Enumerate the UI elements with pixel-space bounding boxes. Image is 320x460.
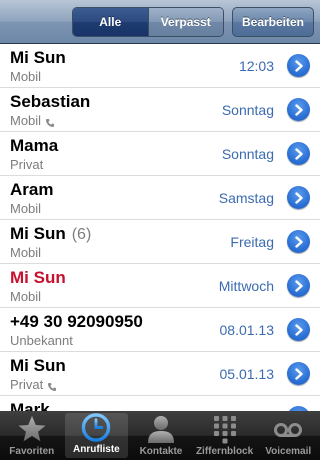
call-time: Sonntag: [221, 102, 274, 118]
star-icon: [18, 416, 46, 442]
number-type: Unbekannt: [10, 333, 73, 348]
caller-name: Sebastian: [10, 92, 90, 112]
number-type-label: Mobil: [10, 289, 42, 304]
call-row[interactable]: +49 30 92090950 Unbekannt 08.01.13: [0, 308, 320, 352]
caller-name-text: Aram: [10, 180, 54, 199]
contact-icon: [147, 416, 174, 443]
call-time: Sonntag: [221, 146, 274, 162]
number-type: Mobil: [10, 201, 41, 216]
caller-name: Mi Sun (6): [10, 224, 91, 244]
call-time: 12:03: [238, 58, 274, 74]
caller-name-text: Sebastian: [10, 92, 91, 111]
tab-recents[interactable]: Anrufliste: [64, 413, 129, 458]
detail-disclosure-icon[interactable]: [287, 362, 310, 385]
tab-contacts[interactable]: Kontakte: [129, 411, 193, 460]
call-time: 08.01.13: [219, 322, 275, 338]
detail-disclosure-icon[interactable]: [287, 318, 310, 341]
tab-voicemail[interactable]: Voicemail: [256, 411, 320, 460]
edit-button[interactable]: Bearbeiten: [232, 7, 314, 37]
outgoing-call-icon: [47, 380, 57, 391]
call-time: Mittwoch: [218, 278, 274, 294]
call-row[interactable]: Mark: [0, 396, 320, 411]
detail-disclosure-icon[interactable]: [287, 230, 310, 253]
call-row[interactable]: Aram Mobil Samstag: [0, 176, 320, 220]
caller-name-text: Mi Sun: [10, 224, 66, 243]
call-row[interactable]: Mi Sun (6) Mobil Freitag: [0, 220, 320, 264]
tab-label: Kontakte: [139, 446, 183, 457]
caller-name-text: Mi Sun: [10, 356, 66, 375]
tab-keypad[interactable]: Ziffernblock: [193, 411, 257, 460]
call-filter-segmented-control: Alle Verpasst: [72, 7, 224, 37]
number-type-label: Mobil: [10, 69, 42, 84]
detail-disclosure-icon[interactable]: [287, 54, 310, 77]
outgoing-call-icon: [45, 116, 55, 127]
number-type-label: Mobil: [10, 245, 42, 260]
number-type-label: Mobil: [10, 113, 42, 128]
caller-name: Mi Sun: [10, 48, 66, 68]
caller-name-text: +49 30 92090950: [10, 312, 143, 331]
number-type-label: Unbekannt: [10, 333, 73, 348]
clock-icon: [82, 413, 111, 442]
caller-name-text: Mi Sun: [10, 48, 66, 67]
tab-favorites[interactable]: Favoriten: [0, 411, 64, 460]
number-type: Mobil: [10, 245, 41, 260]
call-row[interactable]: Mi Sun Mobil Mittwoch: [0, 264, 320, 308]
segment-missed[interactable]: Verpasst: [147, 8, 223, 36]
call-time: 05.01.13: [219, 366, 275, 382]
number-type: Privat: [10, 157, 43, 172]
tab-label: Favoriten: [9, 446, 55, 457]
caller-name-text: Mi Sun: [10, 268, 66, 287]
detail-disclosure-icon[interactable]: [287, 98, 310, 121]
call-row[interactable]: Mi Sun Privat 05.01.13: [0, 352, 320, 396]
number-type: Privat: [10, 377, 57, 392]
caller-name: Mark: [10, 400, 50, 411]
number-type-label: Mobil: [10, 201, 42, 216]
tab-bar: Favoriten Anrufliste Kontakte Ziffernblo…: [0, 411, 320, 460]
number-type: Mobil: [10, 69, 41, 84]
caller-name: +49 30 92090950: [10, 312, 143, 332]
number-type: Mobil: [10, 289, 41, 304]
number-type-label: Privat: [10, 377, 44, 392]
navigation-bar: Alle Verpasst Bearbeiten: [0, 0, 320, 44]
caller-name: Mi Sun: [10, 356, 66, 376]
detail-disclosure-icon[interactable]: [287, 142, 310, 165]
voicemail-icon: [274, 423, 303, 437]
number-type: Mobil: [10, 113, 55, 128]
call-time: Freitag: [230, 234, 274, 250]
call-row[interactable]: Sebastian Mobil Sonntag: [0, 88, 320, 132]
tab-label: Anrufliste: [73, 444, 120, 455]
recent-calls-list: Mi Sun Mobil 12:03 Sebastian Mobil Sonntag Mam…: [0, 44, 320, 411]
segment-all[interactable]: Alle: [73, 8, 148, 36]
call-time: Samstag: [218, 190, 274, 206]
caller-name-text: Mama: [10, 136, 59, 155]
caller-name-text: Mark: [10, 400, 50, 411]
call-count: (6): [71, 226, 92, 243]
detail-disclosure-icon[interactable]: [287, 274, 310, 297]
keypad-icon: [213, 416, 236, 444]
caller-name: Mama: [10, 136, 58, 156]
tab-label: Voicemail: [265, 446, 312, 457]
caller-name: Aram: [10, 180, 53, 200]
caller-name: Mi Sun: [10, 268, 66, 288]
tab-label: Ziffernblock: [195, 446, 254, 457]
detail-disclosure-icon[interactable]: [287, 186, 310, 209]
call-row[interactable]: Mi Sun Mobil 12:03: [0, 44, 320, 88]
call-row[interactable]: Mama Privat Sonntag: [0, 132, 320, 176]
number-type-label: Privat: [10, 157, 44, 172]
